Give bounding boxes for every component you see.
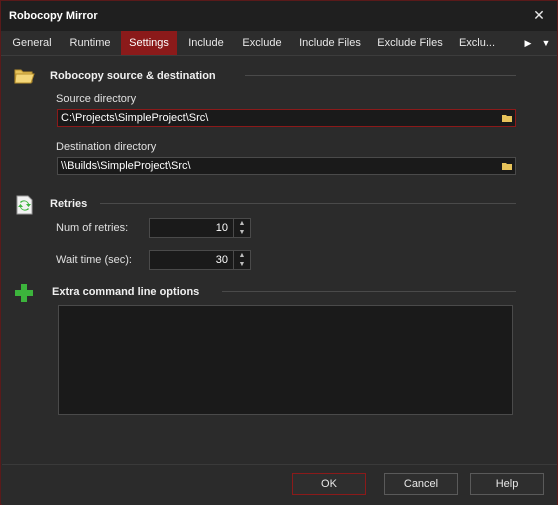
cancel-button[interactable]: Cancel	[384, 473, 458, 495]
retry-document-icon	[16, 195, 33, 215]
browse-folder-icon[interactable]	[500, 159, 514, 173]
close-button[interactable]: ✕	[531, 7, 547, 23]
wait-time-label: Wait time (sec):	[56, 254, 132, 266]
ok-button[interactable]: OK	[292, 473, 366, 495]
spin-up-icon[interactable]: ▲	[234, 251, 250, 260]
tab-exclude-truncated[interactable]: Exclu...	[451, 31, 503, 55]
folder-icon	[14, 69, 35, 84]
window-title: Robocopy Mirror	[9, 10, 98, 22]
spin-down-icon[interactable]: ▼	[234, 260, 250, 269]
num-retries-spin-buttons: ▲ ▼	[233, 219, 250, 237]
num-retries-value: 10	[215, 222, 228, 234]
tab-exclude[interactable]: Exclude	[235, 31, 289, 55]
tab-general[interactable]: General	[5, 31, 59, 55]
wait-time-spin-buttons: ▲ ▼	[233, 251, 250, 269]
button-bar: OK Cancel Help	[2, 464, 557, 505]
browse-folder-icon[interactable]	[500, 111, 514, 125]
close-icon: ✕	[533, 7, 545, 23]
tab-include-files[interactable]: Include Files	[291, 31, 369, 55]
spin-down-icon[interactable]: ▼	[234, 228, 250, 237]
spin-up-icon[interactable]: ▲	[234, 219, 250, 228]
dialog-window: Robocopy Mirror ✕ General Runtime Settin…	[0, 0, 558, 505]
wait-time-value: 30	[215, 254, 228, 266]
tab-include[interactable]: Include	[179, 31, 233, 55]
extra-options-section-divider	[222, 291, 516, 292]
tab-scroll-right-icon[interactable]: ▶	[521, 31, 535, 55]
tab-menu-icon[interactable]: ▼	[539, 31, 553, 55]
destination-directory-label: Destination directory	[56, 141, 157, 153]
source-section-divider	[245, 75, 516, 76]
tab-settings[interactable]: Settings	[121, 31, 177, 55]
retries-section-divider	[100, 203, 516, 204]
destination-directory-input[interactable]: \\Builds\SimpleProject\Src\	[57, 157, 516, 175]
tab-runtime[interactable]: Runtime	[61, 31, 119, 55]
num-retries-label: Num of retries:	[56, 222, 129, 234]
title-bar[interactable]: Robocopy Mirror ✕	[1, 1, 557, 31]
tab-exclude-files[interactable]: Exclude Files	[371, 31, 449, 55]
extra-options-textarea[interactable]	[58, 305, 513, 415]
settings-panel: Robocopy source & destination Source dir…	[2, 56, 557, 466]
source-directory-input[interactable]: C:\Projects\SimpleProject\Src\	[57, 109, 516, 127]
num-retries-stepper[interactable]: 10 ▲ ▼	[149, 218, 251, 238]
source-section-title: Robocopy source & destination	[50, 70, 216, 82]
source-directory-value: C:\Projects\SimpleProject\Src\	[61, 112, 209, 124]
retries-section-title: Retries	[50, 198, 88, 210]
wait-time-stepper[interactable]: 30 ▲ ▼	[149, 250, 251, 270]
destination-directory-value: \\Builds\SimpleProject\Src\	[61, 160, 191, 172]
extra-options-section-title: Extra command line options	[52, 286, 200, 298]
source-directory-label: Source directory	[56, 93, 137, 105]
tab-bar: General Runtime Settings Include Exclude…	[1, 31, 557, 56]
plus-icon	[15, 284, 33, 302]
help-button[interactable]: Help	[470, 473, 544, 495]
